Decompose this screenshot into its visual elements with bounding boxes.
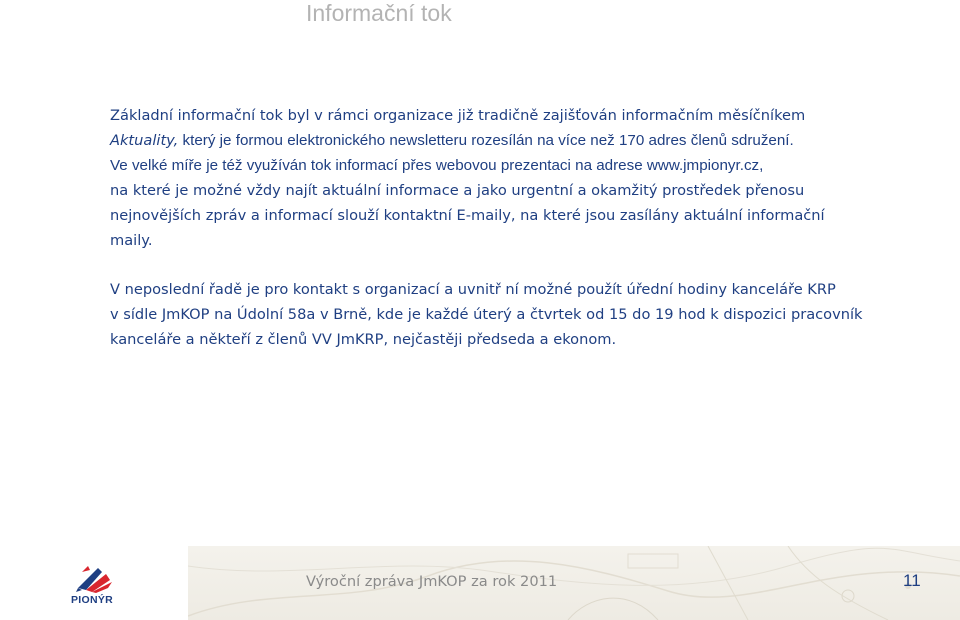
paragraph-office-hours: V neposlední řadě je pro kontakt s organ… [110, 277, 870, 352]
paragraph-line-text: který je formou elektronického newslette… [178, 132, 794, 149]
paragraph-line: Aktuality, který je formou elektronickéh… [110, 128, 870, 153]
paragraph-line: v sídle JmKOP na Údolní 58a v Brně, kde … [110, 306, 863, 323]
paragraph-information-flow: Základní informační tok byl v rámci orga… [110, 103, 870, 253]
footer-report-title: Výroční zpráva JmKOP za rok 2011 [306, 573, 558, 590]
paragraph-line: na které je možné vždy najít aktuální in… [110, 182, 805, 199]
paragraph-line: Ve velké míře je též využíván tok inform… [110, 157, 764, 174]
page-number: 11 [903, 571, 921, 590]
page-footer: PIONÝR Výroční zpráva JmKOP za rok 2011 … [0, 546, 960, 620]
footer-logo-area: PIONÝR [0, 546, 188, 620]
paragraph-line: Základní informační tok byl v rámci orga… [110, 107, 806, 124]
pionyr-logo-icon [76, 566, 112, 593]
paragraph-line: maily. [110, 232, 153, 249]
paragraph-line: kanceláře a někteří z členů VV JmKRP, ne… [110, 331, 617, 348]
paragraph-line: V neposlední řadě je pro kontakt s organ… [110, 281, 836, 298]
newsletter-name: Aktuality, [110, 132, 179, 149]
page-title: Informační tok [306, 0, 452, 26]
footer-map-background [188, 546, 960, 620]
map-pattern [188, 546, 960, 620]
logo-text: PIONÝR [71, 594, 114, 606]
paragraph-line: nejnovějších zpráv a informací slouží ko… [110, 207, 825, 224]
